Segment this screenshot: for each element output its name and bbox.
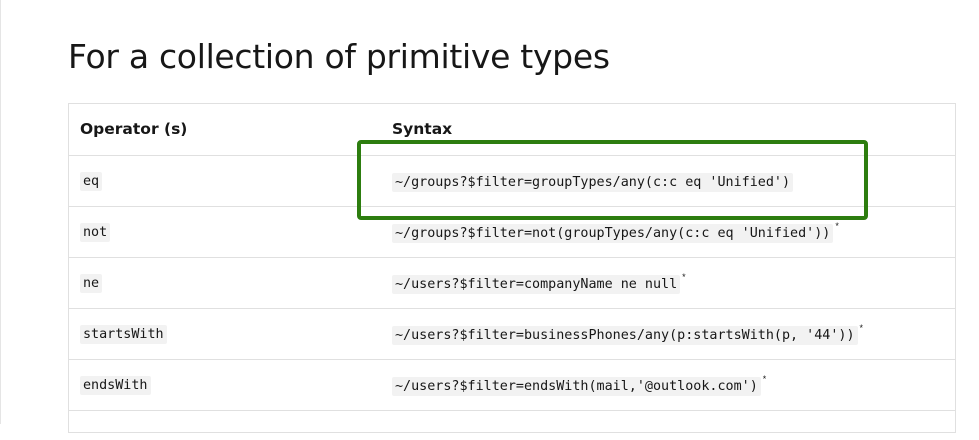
syntax-cell: ~/users?$filter=companyName ne null * (381, 257, 955, 309)
column-header-syntax: Syntax (381, 104, 955, 156)
syntax-code: ~/users?$filter=endsWith(mail,'@outlook.… (392, 377, 761, 396)
operator-cell: endsWith (69, 359, 381, 411)
operator-cell: ne (69, 257, 381, 309)
syntax-cell: ~/groups?$filter=groupTypes/any(c:c eq '… (381, 155, 955, 207)
table-row-partial (69, 410, 955, 440)
operator-code: endsWith (80, 375, 151, 395)
table-row: endsWith ~/users?$filter=endsWith(mail,'… (69, 359, 955, 411)
operator-cell: not (69, 206, 381, 258)
doc-page: For a collection of primitive types Oper… (0, 0, 979, 433)
footnote-marker: * (835, 221, 839, 231)
syntax-cell: ~/users?$filter=endsWith(mail,'@outlook.… (381, 359, 955, 411)
operators-table: Operator (s) Syntax eq ~/groups?$filter=… (68, 103, 956, 433)
syntax-cell: ~/users?$filter=businessPhones/any(p:sta… (381, 308, 955, 360)
section-heading: For a collection of primitive types (68, 37, 610, 76)
operator-code: ne (80, 273, 103, 293)
operator-cell: eq (69, 155, 381, 207)
operator-code: eq (80, 171, 103, 191)
footnote-marker: * (762, 374, 767, 384)
operator-code: not (80, 222, 111, 242)
operator-cell: startsWith (69, 308, 381, 360)
syntax-cell: ~/groups?$filter=not(groupTypes/any(c:c … (381, 206, 955, 258)
column-header-operator: Operator (s) (69, 104, 381, 156)
footnote-marker: * (859, 323, 864, 333)
syntax-code: ~/users?$filter=businessPhones/any(p:sta… (392, 326, 858, 345)
table-row: eq ~/groups?$filter=groupTypes/any(c:c e… (69, 155, 955, 207)
operator-code: startsWith (80, 324, 167, 344)
syntax-code: ~/groups?$filter=not(groupTypes/any(c:c … (392, 224, 834, 243)
table-header-row: Operator (s) Syntax (69, 104, 955, 156)
table-row: not ~/groups?$filter=not(groupTypes/any(… (69, 206, 955, 258)
syntax-code: ~/groups?$filter=groupTypes/any(c:c eq '… (392, 173, 794, 192)
footnote-marker: * (682, 272, 686, 282)
table-row: startsWith ~/users?$filter=businessPhone… (69, 308, 955, 360)
syntax-code: ~/users?$filter=companyName ne null (392, 275, 681, 294)
table-row: ne ~/users?$filter=companyName ne null * (69, 257, 955, 309)
